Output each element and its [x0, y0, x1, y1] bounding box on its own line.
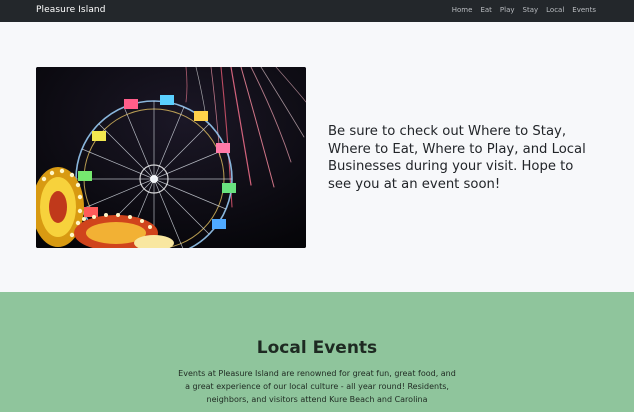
nav-link-play[interactable]: Play: [500, 6, 515, 14]
nav-link-local[interactable]: Local: [546, 6, 564, 14]
nav-link-eat[interactable]: Eat: [480, 6, 491, 14]
local-events-section: Local Events Events at Pleasure Island a…: [0, 292, 634, 412]
nav-link-home[interactable]: Home: [452, 6, 473, 14]
site-brand[interactable]: Pleasure Island: [36, 5, 106, 15]
nav-link-stay[interactable]: Stay: [523, 6, 539, 14]
ferris-wheel-photo: [36, 67, 306, 248]
hero-section: Be sure to check out Where to Stay, Wher…: [0, 22, 634, 292]
top-navbar: Pleasure Island Home Eat Play Stay Local…: [0, 0, 634, 22]
nav-link-events[interactable]: Events: [572, 6, 596, 14]
hero-description: Be sure to check out Where to Stay, Wher…: [328, 124, 586, 192]
events-heading: Local Events: [256, 338, 378, 358]
nav-links: Home Eat Play Stay Local Events: [452, 6, 596, 14]
events-description: Events at Pleasure Island are renowned f…: [178, 369, 456, 404]
